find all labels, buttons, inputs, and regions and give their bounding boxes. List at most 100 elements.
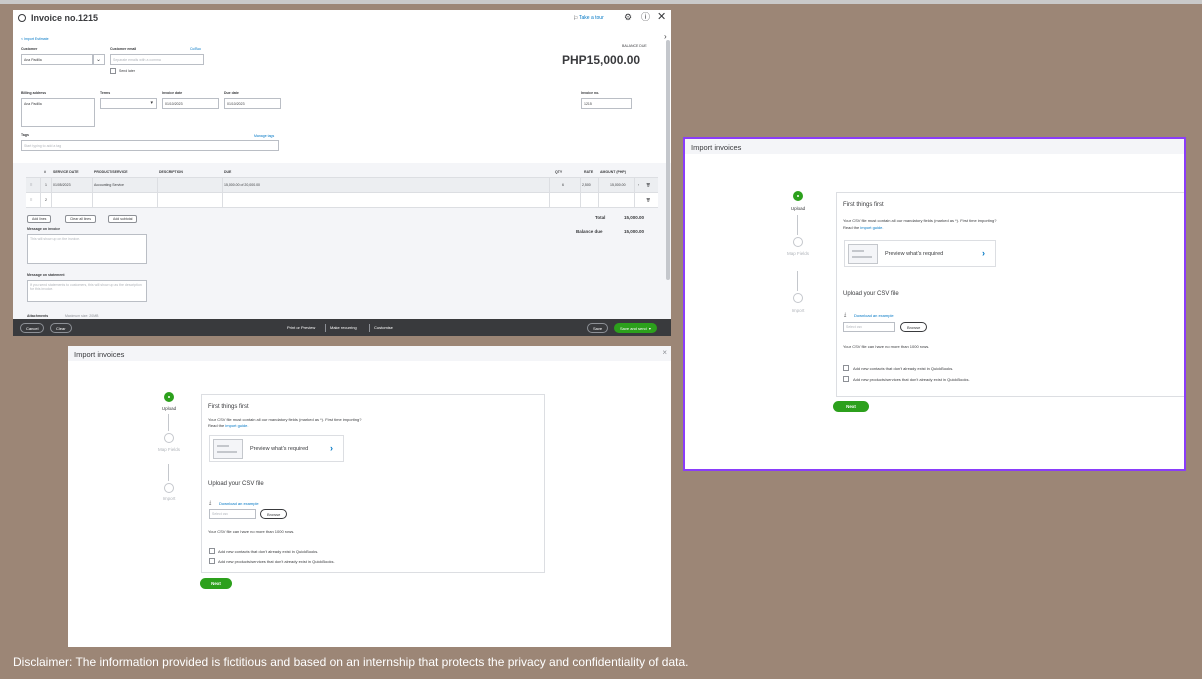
terms-select[interactable]: ▾ xyxy=(100,98,157,109)
row-service-date[interactable]: 01/05/2023 xyxy=(53,183,71,187)
read-the-text: Read the xyxy=(208,423,225,428)
col-service-date: SERVICE DATE xyxy=(53,170,79,174)
import-guide-link[interactable]: import guide. xyxy=(225,423,248,428)
row-options-icon[interactable]: ‹ xyxy=(638,183,639,187)
add-contacts-checkbox[interactable] xyxy=(209,548,215,554)
delete-row-icon[interactable]: 🗑 xyxy=(646,198,650,202)
top-strip xyxy=(0,0,1202,4)
add-lines-button[interactable]: Add lines xyxy=(27,215,52,223)
select-csv-input[interactable]: Select csv xyxy=(209,509,256,519)
row-product[interactable]: Accounting Service xyxy=(94,183,124,187)
row-amount[interactable]: 15,000.00 xyxy=(610,183,626,187)
billing-address-label: Billing address xyxy=(21,91,47,95)
save-and-send-button[interactable]: Save and send ▾ xyxy=(614,323,657,333)
csv-note: Your CSV file must contain all our manda… xyxy=(208,417,362,422)
import-header: Import invoices xyxy=(685,139,1184,154)
table-row[interactable]: ⠿ 1 01/05/2023 Accounting Service 15,000… xyxy=(26,178,658,193)
close-icon[interactable]: × xyxy=(662,348,667,357)
balance-due-label: BALANCE DUE xyxy=(622,44,647,48)
send-later-label: Send later xyxy=(119,69,135,73)
add-subtotal-button[interactable]: Add subtotal xyxy=(108,215,138,223)
invoice-no-label: Invoice no. xyxy=(581,91,600,95)
add-contacts-checkbox[interactable] xyxy=(843,365,849,371)
invoice-window: Invoice no.1215 ⚐ Take a tour ⚙ ⓘ ✕ < Im… xyxy=(13,10,671,336)
invoice-header: Invoice no.1215 ⚐ Take a tour ⚙ ⓘ ✕ xyxy=(13,10,671,28)
invoice-title: Invoice no.1215 xyxy=(31,13,99,23)
billing-address-input[interactable]: Ana Padilla xyxy=(21,98,95,127)
next-button[interactable]: Next xyxy=(200,578,232,589)
download-example-link[interactable]: Download an example xyxy=(219,501,259,506)
step-upload-dot xyxy=(164,392,174,402)
total-value: 15,000.00 xyxy=(624,215,645,220)
import-guide-link[interactable]: import guide. xyxy=(860,225,883,230)
next-button[interactable]: Next xyxy=(833,401,869,412)
table-row[interactable]: ⠿ 2 🗑 xyxy=(26,193,658,208)
customer-dropdown-chevron-icon[interactable]: ⌄ xyxy=(93,54,105,65)
browse-button[interactable]: Browse xyxy=(900,322,928,332)
chevron-right-icon: › xyxy=(330,443,333,453)
help-icon[interactable]: ⓘ xyxy=(641,13,650,22)
row-due: 15,000.00 of 20,000.00 xyxy=(224,183,261,187)
preview-required-card[interactable]: Preview what's required › xyxy=(844,240,996,267)
download-example-link[interactable]: Download an example xyxy=(854,313,894,318)
add-products-checkbox[interactable] xyxy=(209,558,215,564)
invoice-date-input[interactable]: 01/10/2023 xyxy=(162,98,219,109)
drag-handle-icon[interactable]: ⠿ xyxy=(30,183,33,187)
row-rate[interactable]: 2,500 xyxy=(582,183,591,187)
tags-input[interactable]: Start typing to add a tag xyxy=(21,140,279,151)
invoice-scrollbar[interactable] xyxy=(666,40,670,280)
attachments-max: Maximum size: 20MB xyxy=(65,314,99,318)
invoice-footer: Cancel Clear Print or Preview Make recur… xyxy=(13,319,671,336)
total-label: Total xyxy=(595,215,606,220)
manage-tags-link[interactable]: Manage tags xyxy=(254,134,274,138)
disclaimer-text: Disclaimer: The information provided is … xyxy=(13,655,689,669)
customer-email-input[interactable]: Separate emails with a comma xyxy=(110,54,204,65)
make-recurring-link[interactable]: Make recurring xyxy=(330,325,357,330)
invoice-no-input[interactable]: 1215 xyxy=(581,98,632,109)
close-icon[interactable]: ✕ xyxy=(657,12,666,23)
expand-chevron-icon[interactable]: › xyxy=(664,32,667,41)
step-map-dot xyxy=(164,433,174,443)
add-products-checkbox[interactable] xyxy=(843,376,849,382)
clear-all-lines-button[interactable]: Clear all lines xyxy=(65,215,97,223)
browse-button[interactable]: Browse xyxy=(260,509,288,519)
import-estimate-link[interactable]: < Import Estimate xyxy=(21,37,49,41)
print-preview-link[interactable]: Print or Preview xyxy=(287,325,315,330)
step-upload-dot xyxy=(793,191,803,201)
customer-select[interactable]: Ana Padilla xyxy=(21,54,93,65)
customer-label: Customer xyxy=(21,47,38,51)
preview-thumbnail xyxy=(213,439,243,459)
message-invoice-input[interactable]: This will show up on the invoice. xyxy=(27,234,147,264)
clear-button[interactable]: Clear xyxy=(50,323,72,333)
table-header-row: # SERVICE DATE PRODUCT/SERVICE DESCRIPTI… xyxy=(26,166,658,178)
add-contacts-label: Add new contacts that don't already exis… xyxy=(853,366,954,371)
preview-required-card[interactable]: Preview what's required › xyxy=(209,435,344,462)
step-map-dot xyxy=(793,237,803,247)
delete-row-icon[interactable]: 🗑 xyxy=(646,183,650,187)
drag-handle-icon[interactable]: ⠿ xyxy=(30,198,33,202)
due-date-input[interactable]: 01/10/2023 xyxy=(224,98,281,109)
first-things-heading: First things first xyxy=(208,404,249,410)
attachments-label: Attachments xyxy=(27,314,49,318)
row-qty[interactable]: 6 xyxy=(562,183,564,187)
select-csv-input[interactable]: Select csv xyxy=(843,322,895,332)
customise-link[interactable]: Customise xyxy=(374,325,393,330)
row-limit-note: Your CSV file can have no more than 1000… xyxy=(208,529,295,534)
step-map-label: Map Fields xyxy=(157,447,180,452)
tour-icon: ⚐ xyxy=(573,16,579,22)
cc-bcc-link[interactable]: Cc/Bcc xyxy=(190,47,201,51)
send-later-checkbox[interactable] xyxy=(110,68,116,74)
due-date-label: Due date xyxy=(224,91,239,95)
settings-gear-icon[interactable]: ⚙ xyxy=(624,13,632,22)
cancel-button[interactable]: Cancel xyxy=(20,323,45,333)
terms-label: Terms xyxy=(100,91,111,95)
save-button[interactable]: Save xyxy=(587,323,609,333)
history-icon[interactable] xyxy=(18,14,26,22)
upload-csv-heading: Upload your CSV file xyxy=(843,291,899,297)
message-statement-input[interactable]: If you send statements to customers, thi… xyxy=(27,280,147,302)
take-tour-link[interactable]: Take a tour xyxy=(579,15,604,21)
col-due: DUE xyxy=(224,170,232,174)
step-import-label: Import xyxy=(162,496,176,501)
step-upload-label: Upload xyxy=(790,206,806,211)
preview-required-label: Preview what's required xyxy=(250,446,309,452)
